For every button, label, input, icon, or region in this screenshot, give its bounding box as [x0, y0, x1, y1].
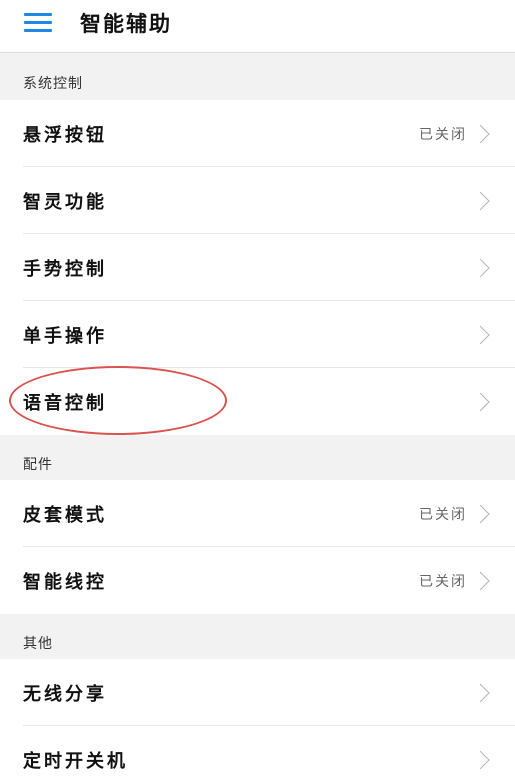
chevron-right-icon	[471, 571, 490, 590]
chevron-right-icon	[471, 504, 490, 523]
section-header-accessories: 配件	[0, 435, 515, 480]
section-header-other: 其他	[0, 614, 515, 659]
list-item-floating-button[interactable]: 悬浮按钮 已关闭	[0, 100, 515, 167]
item-label: 智能线控	[23, 571, 107, 593]
app-header: 智能辅助	[0, 0, 515, 53]
chevron-right-icon	[471, 392, 490, 411]
chevron-right-icon	[471, 124, 490, 143]
list-item-smart-function[interactable]: 智灵功能	[0, 167, 515, 234]
item-label: 悬浮按钮	[23, 124, 107, 146]
section-label: 其他	[23, 636, 53, 652]
list-item-scheduled-power[interactable]: 定时开关机	[0, 726, 515, 783]
item-label: 手势控制	[23, 258, 107, 280]
section-label: 配件	[23, 457, 53, 473]
list-item-one-hand-mode[interactable]: 单手操作	[0, 301, 515, 368]
item-label: 语音控制	[23, 392, 107, 414]
status-text: 已关闭	[419, 126, 467, 143]
item-label: 定时开关机	[23, 751, 128, 773]
chevron-right-icon	[471, 750, 490, 770]
list-item-smart-wire-control[interactable]: 智能线控 已关闭	[0, 547, 515, 614]
chevron-right-icon	[471, 683, 490, 702]
status-text: 已关闭	[419, 506, 467, 523]
list-item-cover-mode[interactable]: 皮套模式 已关闭	[0, 480, 515, 547]
section-label: 系统控制	[23, 76, 83, 92]
list-item-voice-control[interactable]: 语音控制	[0, 368, 515, 435]
list-item-wireless-share[interactable]: 无线分享	[0, 659, 515, 726]
menu-icon[interactable]	[24, 11, 52, 33]
item-label: 无线分享	[23, 683, 107, 705]
item-label: 单手操作	[23, 325, 107, 347]
item-label: 智灵功能	[23, 191, 107, 213]
section-header-system-control: 系统控制	[0, 53, 515, 100]
chevron-right-icon	[471, 258, 490, 277]
status-text: 已关闭	[419, 573, 467, 590]
page-title: 智能辅助	[80, 12, 172, 36]
item-label: 皮套模式	[23, 504, 107, 526]
list-item-gesture-control[interactable]: 手势控制	[0, 234, 515, 301]
chevron-right-icon	[471, 325, 490, 344]
chevron-right-icon	[471, 191, 490, 210]
